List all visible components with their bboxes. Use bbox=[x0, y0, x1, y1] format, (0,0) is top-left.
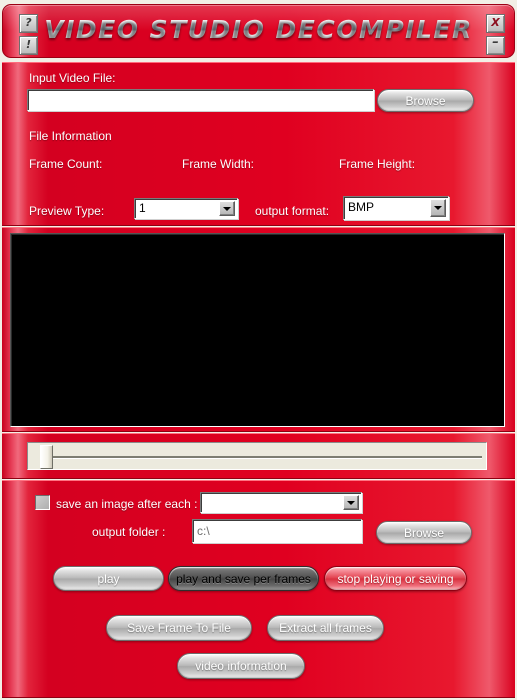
output-folder-label: output folder : bbox=[92, 525, 166, 539]
browse-output-folder-button[interactable]: Browse bbox=[376, 521, 472, 544]
preview-type-dropdown[interactable]: 1 bbox=[134, 198, 238, 219]
input-video-file-field[interactable] bbox=[27, 89, 374, 111]
chevron-down-icon[interactable] bbox=[430, 199, 446, 217]
video-information-button[interactable]: video information bbox=[177, 653, 305, 679]
video-preview-screen[interactable] bbox=[10, 233, 505, 427]
settings-panel: Input Video File: Browse File Informatio… bbox=[2, 62, 515, 226]
play-button[interactable]: play bbox=[53, 566, 164, 591]
play-and-save-button[interactable]: play and save per frames bbox=[168, 566, 319, 591]
chevron-down-icon[interactable] bbox=[219, 201, 235, 216]
stop-button[interactable]: stop playing or saving bbox=[324, 566, 467, 591]
frame-position-slider[interactable] bbox=[27, 442, 487, 470]
output-folder-field[interactable]: c:\ bbox=[192, 519, 362, 543]
frame-height-label: Frame Height: bbox=[339, 157, 416, 171]
preview-type-label: Preview Type: bbox=[29, 204, 105, 218]
save-frame-to-file-button[interactable]: Save Frame To File bbox=[106, 615, 252, 641]
frame-width-label: Frame Width: bbox=[182, 157, 255, 171]
input-video-file-label: Input Video File: bbox=[29, 71, 116, 85]
slider-track bbox=[42, 456, 482, 459]
save-interval-dropdown[interactable] bbox=[200, 492, 362, 513]
minimize-icon[interactable]: – bbox=[486, 36, 505, 55]
actions-panel: save an image after each : output folder… bbox=[2, 480, 515, 698]
frame-count-label: Frame Count: bbox=[29, 157, 103, 171]
output-format-label: output format: bbox=[255, 204, 330, 218]
output-format-dropdown[interactable]: BMP bbox=[343, 196, 449, 220]
page-title: VIDEO STUDIO DECOMPILER bbox=[3, 15, 514, 44]
save-each-label: save an image after each : bbox=[56, 497, 198, 511]
output-format-value: BMP bbox=[348, 200, 375, 214]
video-preview-panel bbox=[2, 227, 515, 432]
save-each-checkbox[interactable] bbox=[35, 495, 50, 510]
browse-input-button[interactable]: Browse bbox=[377, 89, 474, 112]
title-bar[interactable]: VIDEO STUDIO DECOMPILER ? ! X – bbox=[2, 4, 515, 58]
preview-type-value: 1 bbox=[139, 201, 146, 215]
about-button[interactable]: ! bbox=[19, 36, 38, 55]
slider-thumb[interactable] bbox=[40, 445, 53, 469]
extract-all-frames-button[interactable]: Extract all frames bbox=[267, 615, 384, 641]
frame-slider-panel bbox=[2, 433, 515, 479]
close-icon[interactable]: X bbox=[486, 14, 505, 33]
file-information-label: File Information bbox=[29, 129, 112, 143]
application-window: VIDEO STUDIO DECOMPILER ? ! X – Input Vi… bbox=[0, 0, 517, 700]
chevron-down-icon[interactable] bbox=[343, 495, 359, 510]
help-button[interactable]: ? bbox=[19, 14, 38, 33]
